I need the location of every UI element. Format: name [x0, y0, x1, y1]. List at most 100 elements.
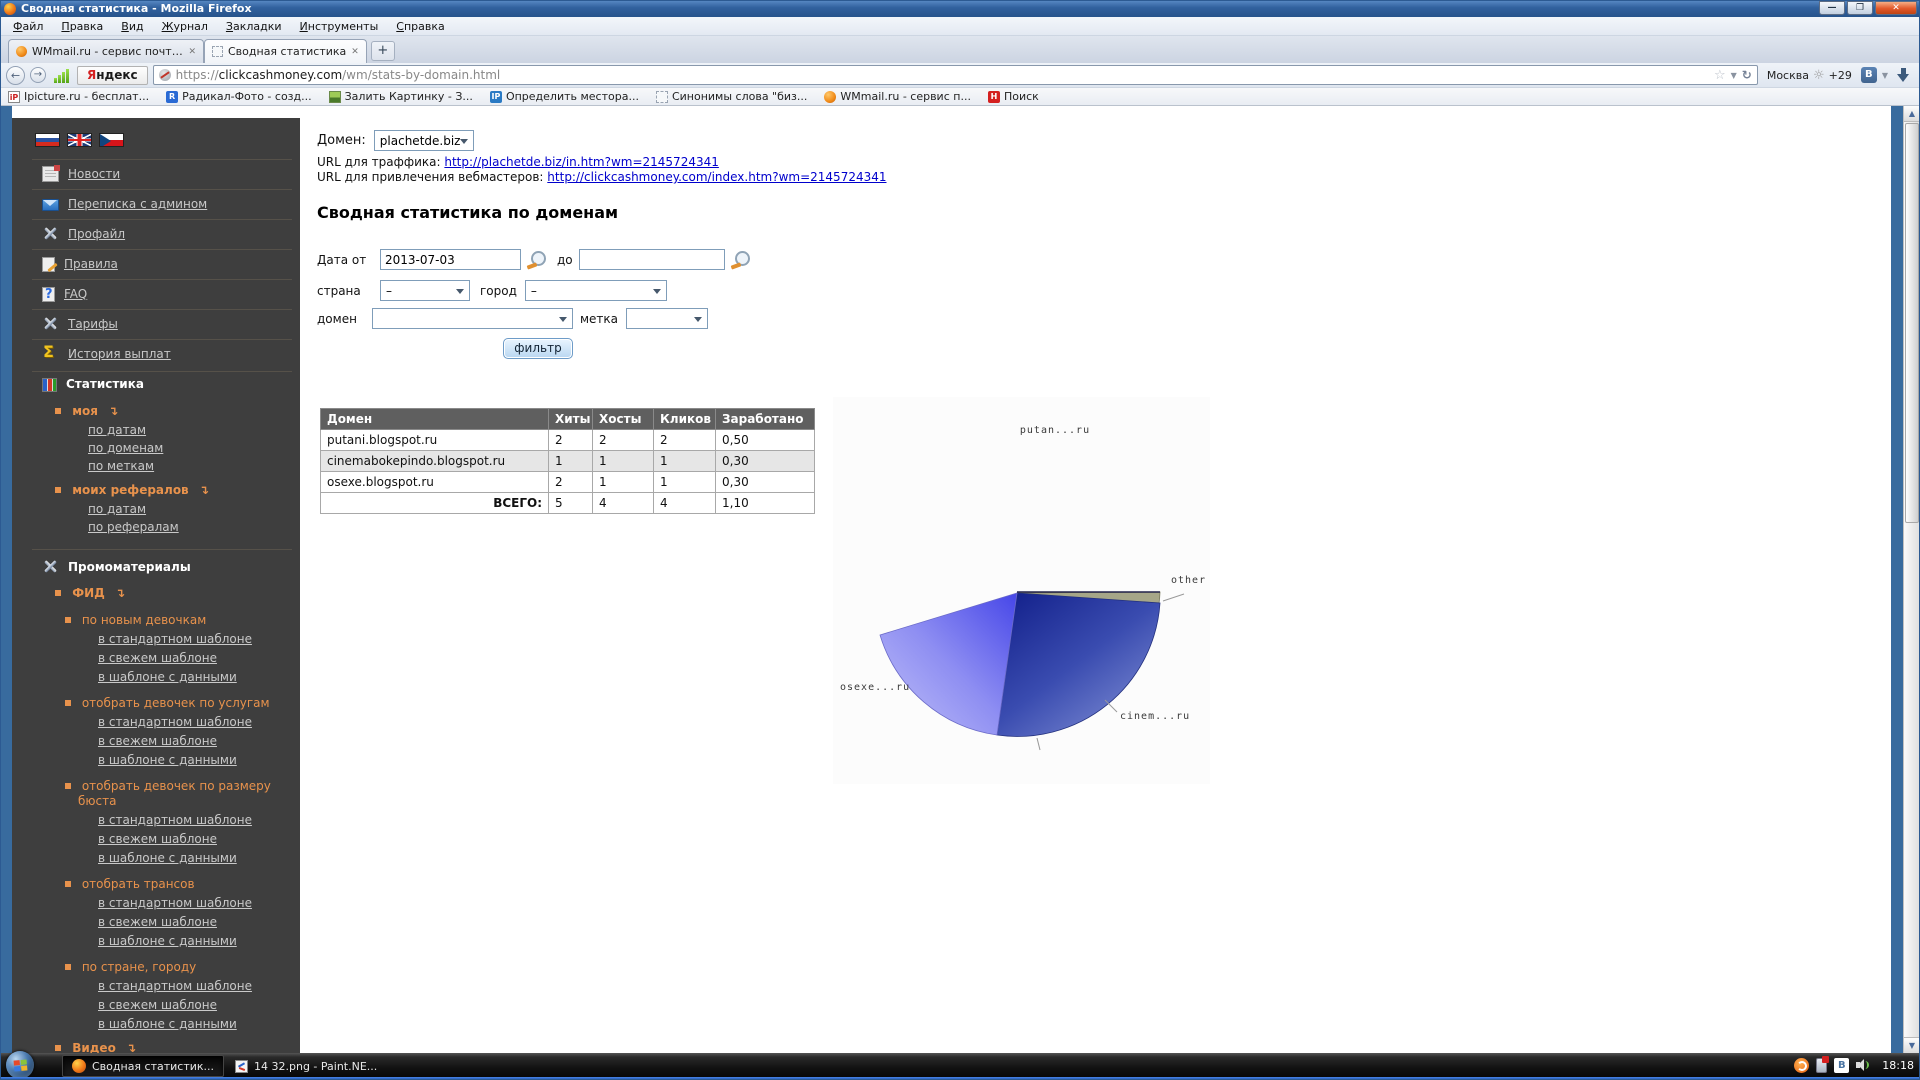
bookmark-item[interactable]: R Радикал-Фото - созд...: [166, 90, 312, 103]
table-header-cell[interactable]: Кликов: [653, 408, 716, 430]
sidebar-item[interactable]: по датам: [12, 422, 300, 440]
traffic-url-link[interactable]: http://plachetde.biz/in.htm?wm=214572434…: [444, 155, 719, 169]
sidebar-item[interactable]: FAQ: [12, 279, 300, 309]
weather-widget[interactable]: Москва ☼ +29: [1767, 68, 1852, 83]
bookmark-item[interactable]: IP Определить местора...: [489, 90, 639, 103]
download-arrow-icon[interactable]: [1897, 67, 1910, 83]
sidebar-item[interactable]: по доменам: [12, 440, 300, 458]
vk-dropdown-icon[interactable]: ▼: [1882, 71, 1888, 80]
scrollbar-thumb[interactable]: [1905, 123, 1919, 523]
sidebar-item[interactable]: в свежем шаблоне: [12, 649, 300, 668]
sidebar-item[interactable]: по новым девочкам: [12, 610, 300, 630]
start-button[interactable]: [6, 1051, 34, 1079]
tray-phone-icon[interactable]: [1816, 1055, 1830, 1073]
date-to-input[interactable]: [578, 249, 725, 270]
city-select[interactable]: –: [524, 280, 667, 301]
tray-vk-icon[interactable]: B: [1834, 1057, 1850, 1073]
reload-icon[interactable]: ↻: [1742, 68, 1752, 82]
browser-tab[interactable]: Сводная статистика: [204, 39, 367, 63]
bookmark-star-icon[interactable]: ☆: [1714, 68, 1726, 83]
sidebar-item[interactable]: в свежем шаблоне: [12, 830, 300, 849]
sidebar-item[interactable]: в свежем шаблоне: [12, 732, 300, 751]
sidebar-item[interactable]: в шаблоне с данными: [12, 932, 300, 951]
taskbar-task[interactable]: 14 32.png - Paint.NE...: [226, 1055, 386, 1077]
table-header-cell[interactable]: Хиты: [548, 408, 593, 430]
menu-item[interactable]: Справка: [387, 18, 453, 35]
russia-flag-icon[interactable]: [35, 133, 60, 147]
sidebar-item[interactable]: в свежем шаблоне: [12, 996, 300, 1015]
vk-addon-icon[interactable]: B: [1860, 67, 1877, 83]
bookmark-item[interactable]: WMmail.ru - сервис п...: [824, 90, 971, 103]
sidebar-item[interactable]: Переписка с админом: [12, 189, 300, 219]
sidebar-item[interactable]: по рефералам: [12, 519, 300, 537]
sidebar-item[interactable]: моих рефералов: [12, 479, 300, 501]
urlbar-dropdown-icon[interactable]: ▼: [1731, 71, 1737, 80]
tag-select[interactable]: [626, 308, 709, 329]
sidebar-item[interactable]: Правила: [12, 249, 300, 279]
sidebar-item[interactable]: Видео: [12, 1037, 300, 1053]
bookmark-item[interactable]: H Поиск: [987, 90, 1039, 103]
sidebar-item[interactable]: Статистика: [12, 371, 300, 397]
tab-close-icon[interactable]: [351, 47, 359, 57]
sidebar-item[interactable]: в шаблоне с данными: [12, 849, 300, 868]
sidebar-item[interactable]: по стране, городу: [12, 957, 300, 977]
menu-item[interactable]: Файл: [4, 18, 52, 35]
date-from-input[interactable]: [380, 249, 521, 270]
forward-button[interactable]: →: [30, 67, 46, 83]
sidebar-item[interactable]: Профайл: [12, 219, 300, 249]
calendar-icon[interactable]: [731, 251, 751, 268]
sidebar-item[interactable]: в стандартном шаблоне: [12, 977, 300, 996]
sidebar-item[interactable]: в шаблоне с данными: [12, 668, 300, 687]
uk-flag-icon[interactable]: [67, 133, 92, 147]
sidebar-item[interactable]: в свежем шаблоне: [12, 913, 300, 932]
sidebar-item[interactable]: в стандартном шаблоне: [12, 713, 300, 732]
menu-item[interactable]: Инструменты: [291, 18, 388, 35]
sidebar-item[interactable]: отобрать девочек по размеру бюста: [12, 776, 300, 811]
table-header-cell[interactable]: Хосты: [592, 408, 654, 430]
sidebar-item[interactable]: в стандартном шаблоне: [12, 811, 300, 830]
url-bar[interactable]: https://clickcashmoney.com/wm/stats-by-d…: [152, 65, 1758, 85]
sidebar-item[interactable]: в шаблоне с данными: [12, 1015, 300, 1034]
domain-top-select[interactable]: plachetde.biz: [373, 130, 474, 151]
country-select[interactable]: –: [380, 280, 470, 301]
menu-item[interactable]: Вид: [112, 18, 152, 35]
page-scrollbar[interactable]: ▲ ▼: [1903, 106, 1920, 1053]
sidebar-item[interactable]: отобрать трансов: [12, 874, 300, 894]
volume-icon[interactable]: [1856, 1058, 1872, 1072]
sidebar-item[interactable]: Новости: [12, 159, 300, 189]
restore-button[interactable]: ❐: [1847, 1, 1873, 15]
sidebar-item[interactable]: ФИД: [12, 582, 300, 604]
tray-app-icon[interactable]: [1794, 1057, 1810, 1073]
sidebar-item[interactable]: Промоматериалы: [12, 549, 300, 579]
downloads-addon-icon[interactable]: [54, 68, 69, 83]
scroll-down-icon[interactable]: ▼: [1904, 1037, 1920, 1053]
tab-close-icon[interactable]: [188, 47, 196, 57]
sidebar-item[interactable]: моя: [12, 400, 300, 422]
filter-submit-button[interactable]: фильтр: [503, 338, 573, 359]
menu-item[interactable]: Закладки: [217, 18, 291, 35]
menu-item[interactable]: Правка: [52, 18, 112, 35]
bookmark-item[interactable]: Синонимы слова "биз...: [655, 90, 807, 103]
bookmark-item[interactable]: Залить Картинку - З...: [328, 90, 473, 103]
calendar-icon[interactable]: [527, 251, 547, 268]
sidebar-item[interactable]: Тарифы: [12, 309, 300, 339]
sidebar-item[interactable]: в стандартном шаблоне: [12, 894, 300, 913]
sidebar-item[interactable]: История выплат: [12, 339, 300, 369]
sidebar-item[interactable]: в стандартном шаблоне: [12, 630, 300, 649]
scroll-up-icon[interactable]: ▲: [1904, 106, 1920, 122]
back-button[interactable]: ←: [6, 65, 25, 85]
site-identity-icon[interactable]: [158, 69, 171, 81]
sidebar-item[interactable]: по датам: [12, 501, 300, 519]
url-text[interactable]: https://clickcashmoney.com/wm/stats-by-d…: [176, 68, 1709, 82]
bookmark-item[interactable]: iP Ipicture.ru - бесплат...: [8, 90, 149, 103]
table-header-cell[interactable]: Заработано: [715, 408, 815, 430]
menu-item[interactable]: Журнал: [153, 18, 217, 35]
minimize-button[interactable]: —: [1819, 1, 1845, 15]
sidebar-item[interactable]: отобрать девочек по услугам: [12, 693, 300, 713]
close-button[interactable]: ✕: [1875, 1, 1917, 15]
yandex-search-button[interactable]: Яндекс: [77, 65, 148, 85]
browser-tab[interactable]: WMmail.ru - сервис почтовых рассылок...: [8, 39, 204, 63]
table-header-cell[interactable]: Домен: [320, 408, 549, 430]
new-tab-button[interactable]: +: [370, 41, 395, 61]
taskbar-task[interactable]: Сводная статистик...: [62, 1055, 225, 1077]
